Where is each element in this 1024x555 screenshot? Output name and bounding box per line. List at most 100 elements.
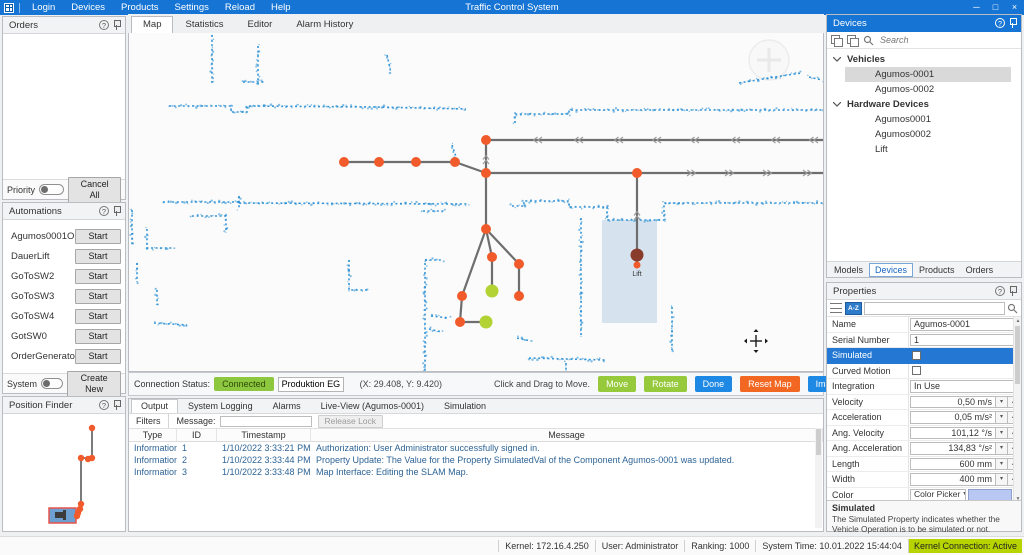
- properties-search-input[interactable]: [864, 302, 1005, 315]
- alphabetical-sort-icon[interactable]: A-Z: [845, 302, 862, 315]
- reset-map-button[interactable]: Reset Map: [740, 376, 800, 392]
- waypoint-node[interactable]: [374, 157, 384, 167]
- tab-alarm-history[interactable]: Alarm History: [284, 16, 365, 33]
- property-row-velocity[interactable]: Velocity0,50 m/s▾▴: [827, 395, 1021, 411]
- property-row-serial-number[interactable]: Serial Number1: [827, 333, 1021, 349]
- log-row[interactable]: Information31/10/2022 3:33:48 PMMap Inte…: [129, 466, 823, 478]
- start-button[interactable]: Start: [75, 269, 121, 284]
- waypoint-node[interactable]: [481, 168, 491, 178]
- log-row[interactable]: Information11/10/2022 3:33:21 PMAuthoriz…: [129, 442, 823, 454]
- tree-group-vehicles[interactable]: Vehicles: [827, 52, 1021, 67]
- log-tab-live-view-agumos-0001-[interactable]: Live-View (Agumos-0001): [311, 399, 434, 413]
- log-tab-output[interactable]: Output: [131, 399, 178, 413]
- waypoint-node[interactable]: [457, 291, 467, 301]
- spinner-down-icon[interactable]: ▾: [996, 473, 1008, 486]
- checkbox[interactable]: [912, 366, 921, 375]
- map-zoom-control[interactable]: [749, 40, 789, 80]
- property-number-input[interactable]: 0,50 m/s: [910, 396, 996, 409]
- cancel-all-button[interactable]: Cancel All: [68, 177, 121, 203]
- waypoint-node[interactable]: [450, 157, 460, 167]
- tree-group-hardware-devices[interactable]: Hardware Devices: [827, 97, 1021, 112]
- tab-editor[interactable]: Editor: [236, 16, 285, 33]
- waypoint-node[interactable]: [514, 259, 524, 269]
- spinner-down-icon[interactable]: ▾: [996, 458, 1008, 471]
- log-tab-simulation[interactable]: Simulation: [434, 399, 496, 413]
- waypoint-node[interactable]: [514, 291, 524, 301]
- start-button[interactable]: Start: [75, 349, 121, 364]
- system-toggle[interactable]: [41, 378, 63, 389]
- property-row-ang-velocity[interactable]: Ang. Velocity101,12 °/s▾▴: [827, 426, 1021, 442]
- pin-icon[interactable]: [1009, 286, 1017, 297]
- menu-item-devices[interactable]: Devices: [63, 0, 113, 15]
- move-button[interactable]: Move: [598, 376, 636, 392]
- mini-waypoint-node[interactable]: [78, 455, 84, 461]
- tree-item-agumos-0001[interactable]: Agumos-0001: [845, 67, 1011, 82]
- property-text-input[interactable]: 1: [910, 334, 1020, 347]
- waypoint-node[interactable]: [632, 168, 642, 178]
- menu-item-settings[interactable]: Settings: [167, 0, 217, 15]
- waypoint-node[interactable]: [634, 262, 641, 269]
- start-button[interactable]: Start: [75, 329, 121, 344]
- log-tab-system-logging[interactable]: System Logging: [178, 399, 263, 413]
- waypoint-node[interactable]: [481, 135, 491, 145]
- waypoint-node[interactable]: [455, 317, 465, 327]
- pin-icon[interactable]: [1009, 18, 1017, 29]
- menu-item-reload[interactable]: Reload: [217, 0, 263, 15]
- map-name-input[interactable]: [278, 377, 344, 392]
- properties-scrollbar[interactable]: ▴▾: [1013, 317, 1021, 503]
- mini-waypoint-node[interactable]: [74, 513, 80, 519]
- property-number-input[interactable]: 400 mm: [910, 473, 996, 486]
- property-number-input[interactable]: 134,83 °/s²: [910, 442, 996, 455]
- spinner-down-icon[interactable]: ▾: [996, 396, 1008, 409]
- property-row-ang-acceleration[interactable]: Ang. Acceleration134,83 °/s²▾▴: [827, 441, 1021, 457]
- lift-zone[interactable]: [602, 220, 657, 323]
- pin-icon[interactable]: [113, 400, 121, 411]
- property-number-input[interactable]: 600 mm: [910, 458, 996, 471]
- property-dropdown[interactable]: In Use▾: [910, 380, 1020, 393]
- property-row-integration[interactable]: IntegrationIn Use▾: [827, 379, 1021, 395]
- devices-tab-products[interactable]: Products: [914, 264, 960, 276]
- position-finder-map[interactable]: [3, 414, 125, 531]
- property-text-input[interactable]: Agumos-0001: [910, 318, 1020, 331]
- scroll-thumb[interactable]: [1015, 326, 1020, 384]
- property-row-curved-motion[interactable]: Curved Motion: [827, 364, 1021, 380]
- spinner-down-icon[interactable]: ▾: [996, 442, 1008, 455]
- checkbox[interactable]: [912, 351, 921, 360]
- devices-tab-devices[interactable]: Devices: [869, 263, 913, 277]
- menu-item-login[interactable]: Login: [24, 0, 63, 15]
- scroll-up-arrow[interactable]: ▴: [1014, 317, 1022, 325]
- property-number-input[interactable]: 0,05 m/s²: [910, 411, 996, 424]
- property-row-width[interactable]: Width400 mm▾▴: [827, 472, 1021, 488]
- property-number-input[interactable]: 101,12 °/s: [910, 427, 996, 440]
- property-row-simulated[interactable]: Simulated: [827, 348, 1021, 364]
- devices-search-input[interactable]: [878, 34, 1017, 46]
- help-icon[interactable]: ?: [99, 206, 109, 216]
- start-button[interactable]: Start: [75, 249, 121, 264]
- map-view[interactable]: Lift: [128, 33, 824, 372]
- lift-station-node[interactable]: [631, 249, 644, 262]
- rotate-button[interactable]: Rotate: [644, 376, 687, 392]
- waypoint-node[interactable]: [487, 252, 497, 262]
- log-tab-alarms[interactable]: Alarms: [263, 399, 311, 413]
- help-icon[interactable]: ?: [99, 20, 109, 30]
- menu-item-help[interactable]: Help: [263, 0, 299, 15]
- mini-waypoint-node[interactable]: [89, 425, 95, 431]
- pin-icon[interactable]: [113, 20, 121, 31]
- tree-item-agumos-0002[interactable]: Agumos-0002: [845, 82, 1011, 97]
- maximize-button[interactable]: □: [986, 0, 1005, 15]
- menu-item-products[interactable]: Products: [113, 0, 167, 15]
- expand-all-icon[interactable]: [831, 35, 843, 46]
- pin-icon[interactable]: [113, 206, 121, 217]
- close-button[interactable]: ×: [1005, 0, 1024, 15]
- waypoint-node[interactable]: [481, 224, 491, 234]
- spinner-down-icon[interactable]: ▾: [996, 427, 1008, 440]
- create-new-button[interactable]: Create New: [67, 371, 121, 397]
- minimize-button[interactable]: ─: [967, 0, 986, 15]
- help-icon[interactable]: ?: [99, 400, 109, 410]
- message-filter-input[interactable]: [220, 416, 312, 427]
- start-button[interactable]: Start: [75, 289, 121, 304]
- log-scrollbar[interactable]: [815, 428, 822, 528]
- help-icon[interactable]: ?: [995, 286, 1005, 296]
- tab-map[interactable]: Map: [131, 16, 173, 34]
- tree-item-agumos0001[interactable]: Agumos0001: [845, 112, 1011, 127]
